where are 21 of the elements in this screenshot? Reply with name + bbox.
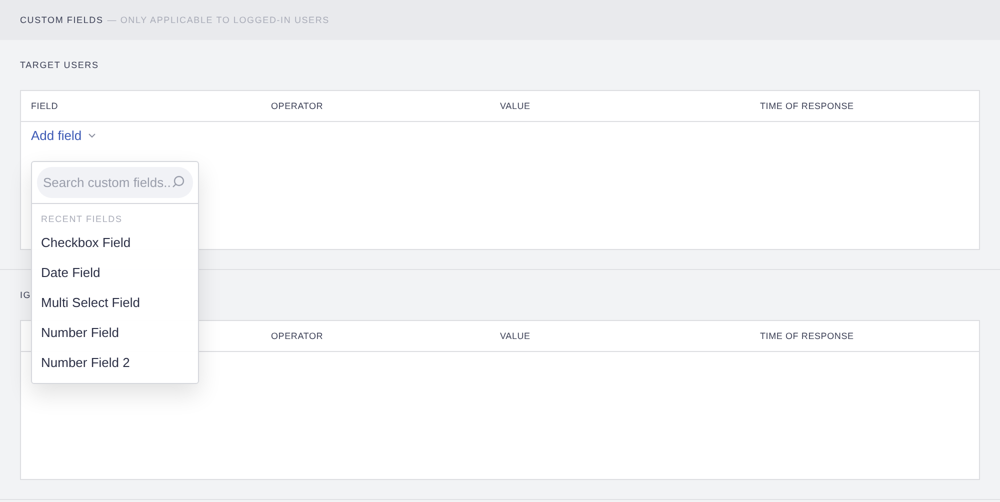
menu-item[interactable]: Checkbox Field: [32, 228, 198, 258]
section-header: CUSTOM FIELDS: [20, 15, 104, 25]
column-header: OPERATOR: [271, 331, 324, 341]
menu-item[interactable]: Number Field: [32, 318, 198, 348]
search-field[interactable]: Search custom fields...: [37, 167, 193, 198]
search-icon: [171, 175, 185, 189]
column-header: VALUE: [500, 331, 532, 341]
section-subtitle: — ONLY APPLICABLE TO LOGGED-IN USERS: [107, 15, 330, 25]
menu-item[interactable]: Date Field: [32, 258, 198, 288]
section-title: IG: [20, 290, 32, 300]
column-header: OPERATOR: [271, 101, 324, 111]
section-title: TARGET USERS: [20, 60, 99, 70]
add-field-link[interactable]: Add field: [31, 128, 96, 143]
menu-item[interactable]: Multi Select Field: [32, 288, 198, 318]
menu-item[interactable]: Number Field 2: [32, 348, 198, 378]
column-header: VALUE: [500, 101, 532, 111]
column-header: TIME OF RESPONSE: [760, 331, 855, 341]
column-header: TIME OF RESPONSE: [760, 101, 855, 111]
column-header: FIELD: [31, 101, 60, 111]
group-label: RECENT FIELDS: [40, 213, 124, 226]
chevron-down-icon: [88, 133, 96, 138]
